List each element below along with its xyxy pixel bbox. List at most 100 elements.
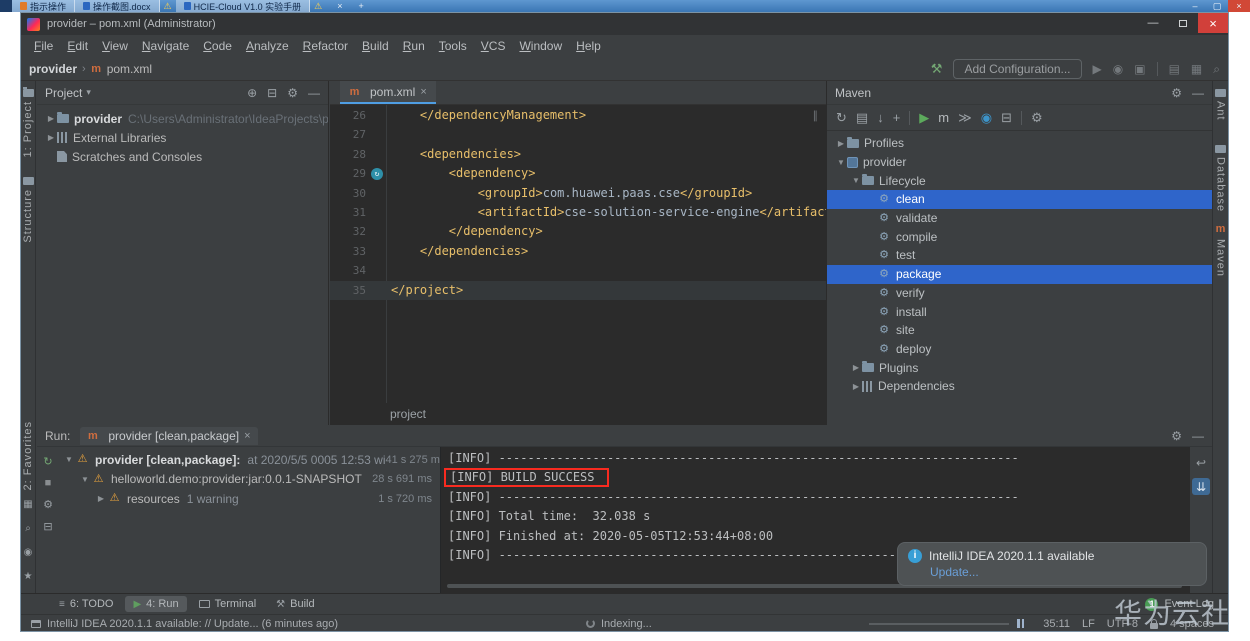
project-tree-item[interactable]: Scratches and Consoles xyxy=(37,147,328,166)
maven-tree-item[interactable]: ▶Dependencies xyxy=(827,377,1212,396)
status-message-area[interactable]: IntelliJ IDEA 2020.1.1 available: // Upd… xyxy=(31,615,338,632)
settings-gear-icon[interactable]: ⚙ xyxy=(1171,86,1182,100)
tree-arrow-icon[interactable]: ▶ xyxy=(45,133,57,142)
stop-icon[interactable]: ■ xyxy=(45,477,52,489)
offline-mode-icon[interactable]: ◉ xyxy=(981,110,992,126)
hide-panel-icon[interactable]: — xyxy=(1192,86,1204,100)
editor[interactable]: m pom.xml × 26</dependencyManagement>272… xyxy=(330,81,826,425)
project-tree-item[interactable]: ▶providerC:\Users\Administrator\IdeaProj… xyxy=(37,109,328,128)
menu-run[interactable]: Run xyxy=(396,37,432,55)
taskbar-minimize-icon[interactable]: – xyxy=(1184,0,1206,12)
stripe-structure-button[interactable]: Structure xyxy=(21,177,35,243)
toolwindow-button-terminal[interactable]: Terminal xyxy=(191,596,265,612)
code-line[interactable]: 33</dependencies> xyxy=(330,242,826,261)
settings-gear-icon[interactable]: ⚙ xyxy=(287,86,298,100)
editor-splitter-icon[interactable]: ∥ xyxy=(813,109,819,122)
menu-file[interactable]: File xyxy=(27,37,60,55)
menu-code[interactable]: Code xyxy=(196,37,239,55)
code-area[interactable]: 26</dependencyManagement>2728<dependenci… xyxy=(330,106,826,403)
toolwindow-button-build[interactable]: ⚒Build xyxy=(268,596,322,612)
close-tab-icon[interactable]: × xyxy=(420,86,426,98)
reimport-icon[interactable]: ↻ xyxy=(836,110,847,126)
run-settings-icon[interactable]: ⚙ xyxy=(43,498,53,511)
execute-maven-goal-icon[interactable]: m xyxy=(938,110,949,125)
editor-breadcrumb[interactable]: project xyxy=(390,407,426,421)
code-line[interactable]: 35</project> xyxy=(330,281,826,300)
maximize-button[interactable] xyxy=(1168,13,1198,33)
run-tab[interactable]: m provider [clean,package] × xyxy=(80,427,257,445)
update-link[interactable]: Update... xyxy=(930,565,1196,579)
taskbar-maximize-icon[interactable]: ▢ xyxy=(1206,0,1228,12)
code-line[interactable]: 28<dependencies> xyxy=(330,145,826,164)
grid-icon[interactable]: ▦ xyxy=(23,499,32,511)
code-line[interactable]: 31<artifactId>cse-solution-service-engin… xyxy=(330,203,826,222)
pause-progress-icon[interactable] xyxy=(1017,619,1024,628)
taskbar-new-tab-icon[interactable]: + xyxy=(353,1,368,11)
menu-edit[interactable]: Edit xyxy=(60,37,95,55)
maven-tree-item[interactable]: ⚙site xyxy=(827,321,1212,340)
code-line[interactable]: 26</dependencyManagement> xyxy=(330,106,826,125)
line-separator-widget[interactable]: LF xyxy=(1082,618,1095,630)
maven-tree-item[interactable]: ⚙install xyxy=(827,302,1212,321)
maven-tree-item[interactable]: ▶Plugins xyxy=(827,358,1212,377)
project-panel-header[interactable]: Project ▾ ⊕ ⊟ ⚙ — xyxy=(37,81,328,105)
maven-settings-icon[interactable]: ⚙ xyxy=(1031,110,1043,126)
add-configuration-button[interactable]: Add Configuration... xyxy=(953,59,1081,79)
taskbar-close-tab-icon[interactable]: × xyxy=(332,1,347,11)
stripe-favorites-button[interactable]: 2: Favorites xyxy=(21,421,35,490)
taskbar-close-icon[interactable]: × xyxy=(1228,0,1250,12)
status-message[interactable]: IntelliJ IDEA 2020.1.1 available: // Upd… xyxy=(47,618,338,630)
code-line[interactable]: 34 xyxy=(330,261,826,280)
maven-tree-item[interactable]: ⚙test xyxy=(827,246,1212,265)
maven-tree-item[interactable]: ⚙validate xyxy=(827,209,1212,228)
tree-arrow-icon[interactable]: ▼ xyxy=(79,475,91,484)
scroll-to-end-icon[interactable]: ⇊ xyxy=(1192,478,1210,495)
editor-tab-pom[interactable]: m pom.xml × xyxy=(340,81,436,104)
chevron-down-icon[interactable]: ▾ xyxy=(86,87,91,98)
menu-window[interactable]: Window xyxy=(512,37,569,55)
menu-build[interactable]: Build xyxy=(355,37,396,55)
camera-icon[interactable]: ◉ xyxy=(24,547,33,559)
soft-wrap-icon[interactable]: ↩ xyxy=(1192,454,1210,471)
skip-tests-icon[interactable]: ≫ xyxy=(958,110,972,126)
collapse-icon[interactable]: ⊟ xyxy=(43,520,52,533)
hide-panel-icon[interactable]: — xyxy=(1192,429,1204,443)
maven-panel-header[interactable]: Maven ⚙ — xyxy=(827,81,1212,105)
tree-arrow-icon[interactable]: ▶ xyxy=(835,139,847,148)
settings-gear-icon[interactable]: ⚙ xyxy=(1171,429,1182,443)
minimize-button[interactable]: — xyxy=(1138,13,1168,33)
code-line[interactable]: 27 xyxy=(330,125,826,144)
search-icon[interactable]: ⌕ xyxy=(25,523,31,535)
collapse-all-icon[interactable]: ⊟ xyxy=(1001,110,1012,126)
update-notification-balloon[interactable]: i IntelliJ IDEA 2020.1.1 available Updat… xyxy=(897,542,1207,586)
menu-analyze[interactable]: Analyze xyxy=(239,37,296,55)
tree-arrow-icon[interactable]: ▼ xyxy=(63,455,75,464)
debug-icon[interactable]: ◉ xyxy=(1113,63,1123,75)
maven-tree-item[interactable]: ⚙verify xyxy=(827,284,1212,303)
hide-panel-icon[interactable]: — xyxy=(308,86,320,100)
run-tree-item[interactable]: ▼⚠provider [clean,package]: at 2020/5/5 … xyxy=(59,450,440,470)
star-icon[interactable]: ★ xyxy=(24,571,33,583)
maven-tree-item[interactable]: ▼Lifecycle xyxy=(827,171,1212,190)
maven-tree-item[interactable]: ⚙compile xyxy=(827,227,1212,246)
run-icon[interactable]: ▶ xyxy=(1093,63,1102,75)
run-with-coverage-icon[interactable]: ▣ xyxy=(1134,63,1145,75)
stripe-database-button[interactable]: Database xyxy=(1213,145,1228,212)
stripe-ant-button[interactable]: Ant xyxy=(1213,89,1228,121)
maven-tree-item[interactable]: ⚙package xyxy=(827,265,1212,284)
code-line[interactable]: 29↻<dependency> xyxy=(330,164,826,183)
close-button[interactable]: × xyxy=(1198,13,1228,33)
taskbar-app-icon[interactable] xyxy=(0,0,12,12)
menu-refactor[interactable]: Refactor xyxy=(296,37,355,55)
tree-arrow-icon[interactable]: ▶ xyxy=(45,114,57,123)
stripe-project-button[interactable]: 1: Project xyxy=(21,89,35,157)
locate-file-icon[interactable]: ⊕ xyxy=(247,86,257,100)
run-tree-item[interactable]: ▼⚠helloworld.demo:provider:jar:0.0.1-SNA… xyxy=(59,470,440,490)
tree-arrow-icon[interactable]: ▼ xyxy=(835,158,847,167)
maven-changes-gutter-icon[interactable]: ↻ xyxy=(371,168,383,180)
collapse-all-icon[interactable]: ⊟ xyxy=(267,86,277,100)
caret-position-widget[interactable]: 35:11 xyxy=(1043,618,1070,630)
toolwindow-button-todo[interactable]: ≡6: TODO xyxy=(51,596,121,612)
generate-sources-icon[interactable]: ▤ xyxy=(856,110,868,126)
build-hammer-icon[interactable]: ⚒ xyxy=(931,61,943,77)
